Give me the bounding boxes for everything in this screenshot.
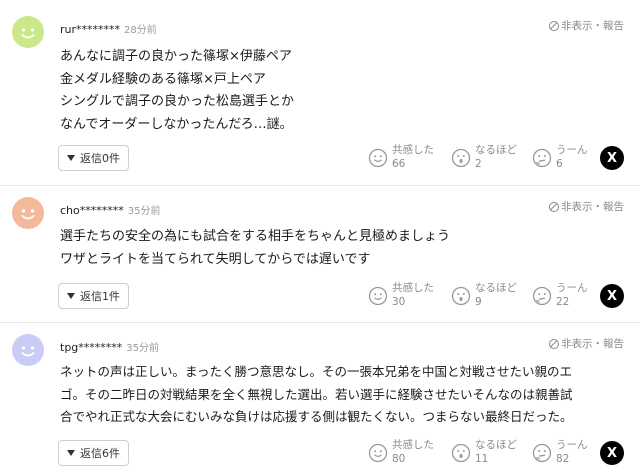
hide-icon	[549, 338, 559, 349]
thinking-face-icon	[532, 286, 552, 306]
thinking-face-icon	[532, 443, 552, 463]
comment-time: 28分前	[124, 25, 157, 36]
hmm-label: うーん	[556, 439, 588, 451]
empathy-button[interactable]: 共感した 30	[368, 281, 434, 309]
reply-button[interactable]: 返信6件	[58, 440, 129, 466]
hmm-count: 22	[556, 296, 570, 308]
empathy-button[interactable]: 共感した 80	[368, 438, 434, 466]
insight-button[interactable]: なるほど 9	[451, 281, 517, 309]
smile-face-icon	[368, 443, 388, 463]
hmm-button[interactable]: うーん 82	[532, 438, 588, 466]
comment-line: ワザとライトを当てられて失明してからでは遅いです	[60, 251, 371, 267]
reply-label: 返信0件	[80, 152, 120, 165]
hide-report-label: 非表示・報告	[561, 338, 624, 350]
chevron-down-icon	[67, 293, 75, 299]
comment-username[interactable]: tpg******** 35分前	[60, 339, 159, 354]
insight-label: なるほど	[475, 282, 517, 294]
empathy-label: 共感した	[392, 439, 434, 451]
comment-1: rur******** 28分前 非表示・報告 あんなに調子の良かった篠塚×伊藤ペ…	[0, 0, 640, 185]
smiley-avatar-icon	[12, 334, 44, 366]
reply-button[interactable]: 返信0件	[58, 145, 129, 171]
surprised-face-icon	[451, 443, 471, 463]
x-icon-glyph: X	[606, 288, 618, 304]
comment-body: あんなに調子の良かった篠塚×伊藤ペア 金メダル経験のある篠塚×戸上ペア シングル…	[60, 46, 628, 136]
comment-2: cho******** 35分前 非表示・報告 選手たちの安全の為にも試合をする相…	[0, 186, 640, 322]
hide-report-label: 非表示・報告	[561, 20, 624, 32]
insight-label: なるほど	[475, 439, 517, 451]
smile-face-icon	[368, 148, 388, 168]
insight-button[interactable]: なるほど 11	[451, 438, 517, 466]
x-icon-glyph: X	[606, 150, 618, 166]
hmm-label: うーん	[556, 282, 588, 294]
empathy-label: 共感した	[392, 144, 434, 156]
chevron-down-icon	[67, 155, 75, 161]
smile-face-icon	[368, 286, 388, 306]
username[interactable]: rur********	[60, 23, 120, 36]
username[interactable]: cho********	[60, 204, 124, 217]
hide-report-label: 非表示・報告	[561, 201, 624, 213]
surprised-face-icon	[451, 148, 471, 168]
x-share-icon[interactable]: X	[600, 146, 624, 170]
insight-count: 9	[475, 296, 482, 308]
reply-label: 返信6件	[80, 447, 120, 460]
comment-line: 選手たちの安全の為にも試合をする相手をちゃんと見極めましょう	[60, 229, 451, 244]
hmm-label: うーん	[556, 144, 588, 156]
thinking-face-icon	[532, 148, 552, 168]
empathy-label: 共感した	[392, 282, 434, 294]
x-icon-glyph: X	[606, 445, 618, 461]
comment-line: シングルで調子の良かった松島選手とか	[60, 94, 295, 109]
hmm-count: 82	[556, 453, 570, 465]
chevron-down-icon	[67, 450, 75, 456]
comment-line: 合でやれ正式な大会にむいみな負けは応援する側は観たくない。つまらない最終日だった…	[60, 409, 573, 424]
reply-button[interactable]: 返信1件	[58, 283, 129, 309]
avatar[interactable]	[12, 16, 44, 48]
avatar[interactable]	[12, 334, 44, 366]
hmm-button[interactable]: うーん 22	[532, 281, 588, 309]
hide-report-button[interactable]: 非表示・報告	[549, 18, 624, 33]
empathy-button[interactable]: 共感した 66	[368, 143, 434, 171]
hide-report-button[interactable]: 非表示・報告	[549, 199, 624, 214]
hmm-button[interactable]: うーん 6	[532, 143, 588, 171]
x-share-icon[interactable]: X	[600, 441, 624, 465]
insight-button[interactable]: なるほど 2	[451, 143, 517, 171]
comment-username[interactable]: rur******** 28分前	[60, 21, 157, 36]
comment-3: tpg******** 35分前 非表示・報告 ネットの声は正しい。まったく勝つ意…	[0, 323, 640, 472]
smiley-avatar-icon	[12, 197, 44, 229]
comment-line: 金メダル経験のある篠塚×戸上ペア	[60, 71, 266, 87]
insight-count: 11	[475, 453, 489, 465]
empathy-count: 66	[392, 158, 406, 170]
smiley-avatar-icon	[12, 16, 44, 48]
reply-label: 返信1件	[80, 290, 120, 303]
comment-line: なんでオーダーしなかったんだろ…謎。	[60, 116, 293, 132]
hmm-count: 6	[556, 158, 563, 170]
insight-label: なるほど	[475, 144, 517, 156]
comment-line: ゴ。その二昨日の対戦結果を全く無視した選出。若い選手に経験させたいそんなのは親善…	[60, 386, 573, 402]
comment-username[interactable]: cho******** 35分前	[60, 202, 160, 217]
insight-count: 2	[475, 158, 482, 170]
comment-time: 35分前	[126, 343, 160, 354]
hide-icon	[549, 201, 559, 212]
comment-line: あんなに調子の良かった篠塚×伊藤ペア	[60, 49, 292, 64]
surprised-face-icon	[451, 286, 471, 306]
username[interactable]: tpg********	[60, 341, 122, 354]
empathy-count: 30	[392, 296, 406, 308]
comment-body: 選手たちの安全の為にも試合をする相手をちゃんと見極めましょう ワザとライトを当て…	[60, 226, 628, 271]
empathy-count: 80	[392, 453, 406, 465]
hide-report-button[interactable]: 非表示・報告	[549, 336, 624, 351]
hide-icon	[549, 20, 559, 31]
comment-time: 35分前	[127, 206, 161, 217]
avatar[interactable]	[12, 197, 44, 229]
comment-line: ネットの声は正しい。まったく勝つ意思なし。その一張本兄弟を中国と対戦させたい親の…	[60, 364, 573, 379]
comment-body: ネットの声は正しい。まったく勝つ意思なし。その一張本兄弟を中国と対戦させたい親の…	[60, 361, 628, 429]
x-share-icon[interactable]: X	[600, 284, 624, 308]
